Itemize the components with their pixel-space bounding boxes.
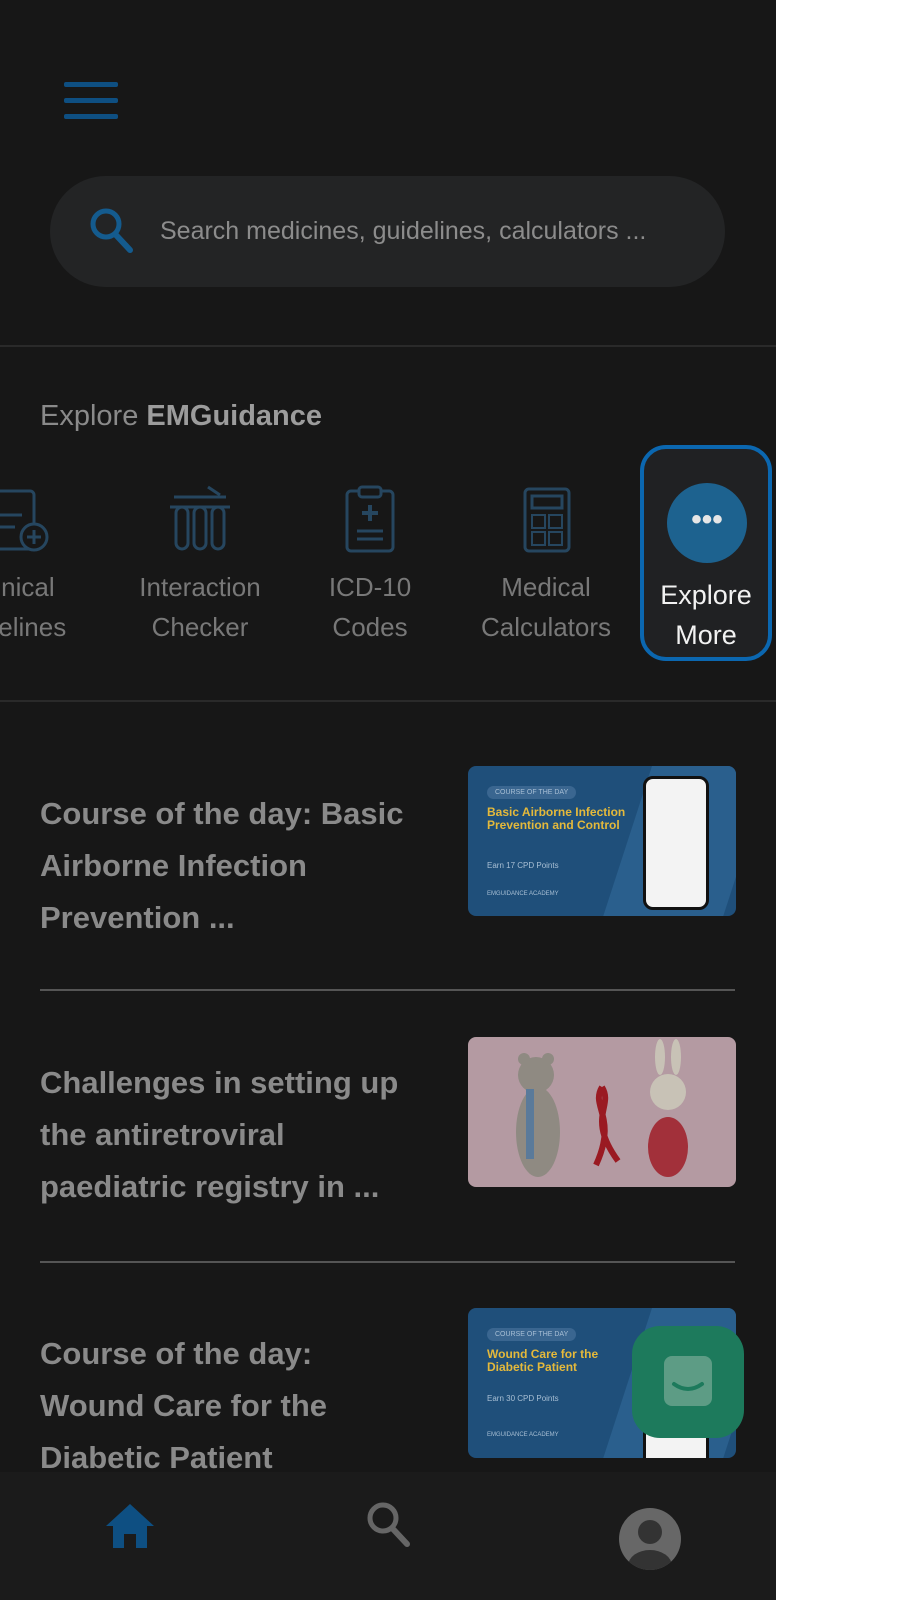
nav-home[interactable] <box>104 1502 156 1555</box>
calculator-icon <box>523 487 571 553</box>
tool-label: Medical Calculators <box>480 572 612 642</box>
article-card[interactable]: Course of the day: Wound Care for the Di… <box>40 1308 736 1488</box>
phone-mockup <box>643 776 709 910</box>
article-title: Course of the day: Basic Airborne Infect… <box>40 796 404 935</box>
divider <box>0 700 776 702</box>
explore-heading-prefix: Explore <box>40 400 147 432</box>
hamburger-menu-button[interactable] <box>64 82 118 120</box>
search-icon <box>90 208 133 253</box>
clipboard-plus-icon <box>345 485 395 553</box>
toys-ribbon-image <box>468 1037 736 1187</box>
search-placeholder[interactable]: Search medicines, guidelines, calculator… <box>160 176 646 287</box>
nav-search[interactable] <box>365 1500 413 1555</box>
article-thumbnail <box>468 1037 736 1187</box>
tool-label: ICD-10 Codes <box>328 572 412 642</box>
article-title: Challenges in setting up the antiretrovi… <box>40 1065 399 1204</box>
course-thumb-brand: EMGUIDANCE ACADEMY <box>487 891 559 897</box>
search-bar[interactable]: Search medicines, guidelines, calculator… <box>50 176 725 287</box>
course-tag: COURSE OF THE DAY <box>487 1328 577 1341</box>
clinical-guidelines-icon <box>0 489 49 552</box>
explore-heading: Explore EMGuidance <box>40 400 322 433</box>
article-thumbnail: COURSE OF THE DAY Basic Airborne Infecti… <box>468 766 736 916</box>
tool-clinical-guidelines[interactable]: inicaldelines <box>0 485 90 647</box>
course-thumb-brand: EMGUIDANCE ACADEMY <box>487 1432 559 1438</box>
divider <box>0 345 776 347</box>
chat-button[interactable] <box>632 1326 744 1438</box>
course-thumb-title: Wound Care for the Diabetic Patient <box>487 1347 599 1374</box>
bottom-navigation <box>0 1472 776 1600</box>
article-card[interactable]: Course of the day: Basic Airborne Infect… <box>40 766 736 946</box>
article-title: Course of the day: Wound Care for the Di… <box>40 1336 328 1475</box>
course-tag: COURSE OF THE DAY <box>487 786 577 799</box>
tool-label: inicaldelines <box>0 572 67 642</box>
explore-heading-brand: EMGuidance <box>146 400 323 432</box>
chat-icon <box>664 1356 712 1406</box>
profile-icon <box>628 1520 672 1570</box>
tool-label: Interaction Checker <box>139 572 261 642</box>
tool-interaction-checker[interactable]: Interaction Checker <box>122 485 278 647</box>
explore-more-label: Explore More <box>660 580 752 650</box>
test-tubes-icon <box>170 485 230 551</box>
course-thumb-title: Basic Airborne Infection Prevention and … <box>487 805 626 832</box>
course-thumb-points: Earn 30 CPD Points <box>487 1394 559 1403</box>
tool-medical-calculators[interactable]: Medical Calculators <box>466 485 626 647</box>
article-separator <box>40 989 735 991</box>
home-icon <box>106 1504 154 1548</box>
search-icon <box>367 1502 410 1547</box>
more-dots-icon: ••• <box>667 483 747 563</box>
article-separator <box>40 1261 735 1263</box>
explore-more-button[interactable]: ••• Explore More <box>640 445 772 661</box>
course-thumb-points: Earn 17 CPD Points <box>487 861 559 870</box>
app-screen: Search medicines, guidelines, calculator… <box>0 0 776 1600</box>
article-card[interactable]: Challenges in setting up the antiretrovi… <box>40 1037 736 1217</box>
nav-profile[interactable] <box>619 1508 681 1570</box>
tool-icd10-codes[interactable]: ICD-10 Codes <box>310 485 430 647</box>
